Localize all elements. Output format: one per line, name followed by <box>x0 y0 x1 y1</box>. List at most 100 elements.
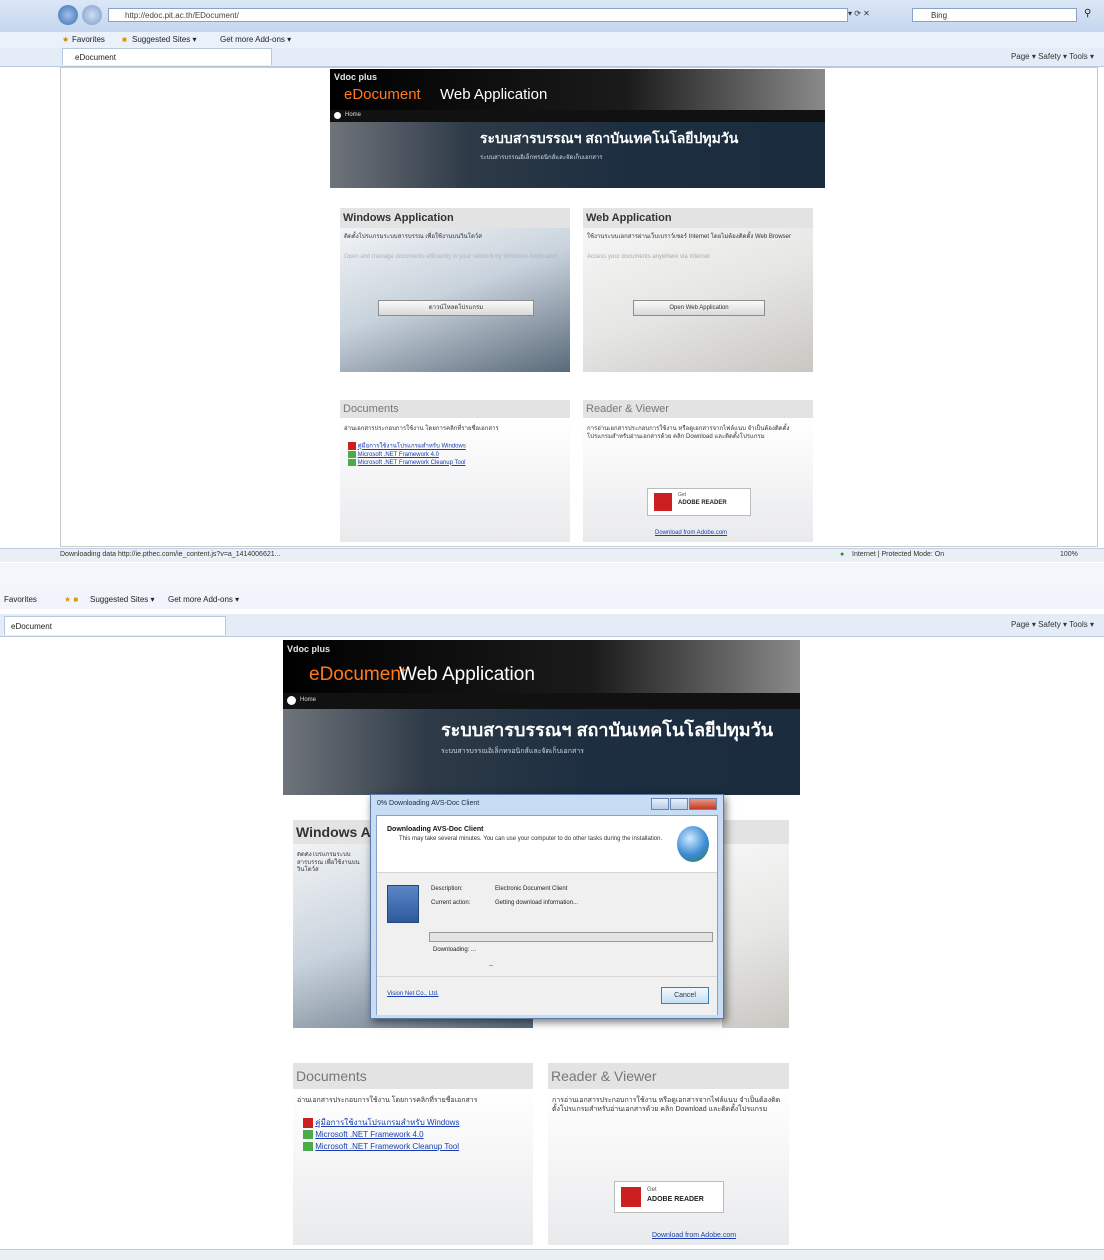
open-web-app-button[interactable]: Open Web Application <box>633 300 765 316</box>
adobe-download-link[interactable]: Download from Adobe.com <box>655 530 727 536</box>
current-action-value: Getting download information... <box>495 900 579 906</box>
dialog-footer: Vision Net Co., Ltd. Cancel <box>377 976 717 1015</box>
doc-link-cleanup[interactable]: Microsoft .NET Framework Cleanup Tool <box>315 1142 459 1151</box>
suggested-sites-link[interactable]: Suggested Sites ▾ <box>90 591 155 609</box>
doc-link-manual[interactable]: คู่มือการใช้งานโปรแกรมสำหรับ Windows <box>358 444 466 450</box>
refresh-icon[interactable]: ▾ ⟳ ✕ <box>848 9 870 18</box>
reader-heading: Reader & Viewer <box>583 400 813 418</box>
address-bar: http://edoc.pit.ac.th/EDocument/ ▾ ⟳ ✕ B… <box>0 0 1104 32</box>
zoom-level[interactable]: 100% <box>1060 549 1078 561</box>
suggested-sites-link[interactable]: Suggested Sites ▾ <box>132 32 197 48</box>
pdf-icon <box>303 1117 313 1128</box>
site-banner: ระบบสารบรรณฯ สถาบันเทคโนโลยีปทุมวัน ระบบ… <box>330 122 825 188</box>
home-icon[interactable] <box>287 696 296 705</box>
installer-package-icon <box>387 885 419 923</box>
adobe-reader-icon <box>654 493 672 511</box>
cancel-button[interactable]: Cancel <box>661 987 709 1004</box>
download-icon <box>303 1130 313 1140</box>
adobe-reader-icon <box>621 1187 641 1207</box>
zone-text: Internet | Protected Mode: On <box>852 551 945 558</box>
documents-link-list: คู่มือการใช้งานโปรแกรมสำหรับ Windows Mic… <box>303 1117 459 1153</box>
documents-link-list: คู่มือการใช้งานโปรแกรมสำหรับ Windows Mic… <box>348 442 466 467</box>
site-banner-bottom: ระบบสารบรรณฯ สถาบันเทคโนโลยีปทุมวัน ระบบ… <box>283 709 800 795</box>
forward-button[interactable] <box>82 5 102 25</box>
suggested-sites-icon: ★ ■ <box>64 595 79 604</box>
web-app-text-en: Access your documents anywhere via Inter… <box>587 254 710 260</box>
home-link[interactable]: Home <box>300 697 316 703</box>
status-text: Downloading data http://ie.pthec.com/ie_… <box>60 551 281 558</box>
documents-heading: Documents <box>293 1063 533 1089</box>
home-bar-bottom: Home <box>283 693 800 709</box>
tab-bar-bottom: eDocument Page ▾ Safety ▾ Tools ▾ <box>0 614 1104 637</box>
logo-edocument: eDocument <box>344 86 421 103</box>
dialog-progress-area: Description: Electronic Document Client … <box>377 873 717 976</box>
reader-panel-bottom: การอ่านเอกสารประกอบการใช้งาน หรือดูเอกสา… <box>548 1089 789 1245</box>
banner-title: ระบบสารบรรณฯ สถาบันเทคโนโลยีปทุมวัน <box>441 720 774 740</box>
maximize-button[interactable] <box>670 798 688 810</box>
home-icon[interactable] <box>334 112 341 119</box>
banner-subtitle: ระบบสารบรรณอิเล็กทรอนิกส์และจัดเก็บเอกสา… <box>441 748 584 755</box>
home-link[interactable]: Home <box>345 112 361 118</box>
tab-bar: eDocument Page ▾ Safety ▾ Tools ▾ <box>0 48 1104 67</box>
tab-edocument[interactable]: eDocument <box>62 48 272 65</box>
get-addons-link[interactable]: Get more Add-ons ▾ <box>220 32 291 48</box>
logo-web-application: Web Application <box>440 86 548 103</box>
search-icon[interactable]: ⚲ <box>1084 8 1091 19</box>
globe-icon: ● <box>840 551 845 558</box>
dialog-title: 0% Downloading AVS-Doc Client <box>377 800 480 807</box>
command-bar[interactable]: Page ▾ Safety ▾ Tools ▾ <box>1011 614 1094 636</box>
command-bar[interactable]: Page ▾ Safety ▾ Tools ▾ <box>1011 48 1094 66</box>
doc-link-netfx[interactable]: Microsoft .NET Framework 4.0 <box>315 1130 423 1139</box>
banner-title: ระบบสารบรรณฯ สถาบันเทคโนโลยีปทุมวัน <box>480 130 739 146</box>
get-addons-link[interactable]: Get more Add-ons ▾ <box>168 591 239 609</box>
adobe-reader-label: ADOBE READER <box>647 1196 704 1203</box>
search-input[interactable]: Bing <box>912 8 1077 22</box>
web-app-panel: ใช้งานระบบเอกสารผ่านเว็บเบราว์เซอร์ Inte… <box>583 228 813 372</box>
reader-text: การอ่านเอกสารประกอบการใช้งาน หรือดูเอกสา… <box>587 426 790 440</box>
status-bar-bottom <box>0 1249 1104 1260</box>
banner-subtitle: ระบบสารบรรณอิเล็กทรอนิกส์และจัดเก็บเอกสา… <box>480 155 603 161</box>
adobe-download-link[interactable]: Download from Adobe.com <box>652 1232 736 1239</box>
dialog-body: Downloading AVS-Doc Client This may take… <box>376 815 718 1015</box>
doc-link-cleanup[interactable]: Microsoft .NET Framework Cleanup Tool <box>358 460 466 466</box>
windows-download-button[interactable]: ดาวน์โหลดโปรแกรม <box>378 300 534 316</box>
doc-link-netfx[interactable]: Microsoft .NET Framework 4.0 <box>358 452 439 458</box>
minimize-button[interactable] <box>651 798 669 810</box>
download-progress-bar <box>429 932 713 942</box>
logo-small: Vdoc plus <box>287 644 331 654</box>
reader-heading: Reader & Viewer <box>548 1063 789 1089</box>
back-button[interactable] <box>58 5 78 25</box>
adobe-reader-badge[interactable]: Get ADOBE READER <box>647 488 751 516</box>
doc-link-manual[interactable]: คู่มือการใช้งานโปรแกรมสำหรับ Windows <box>315 1118 459 1127</box>
site-logo-bar: Vdoc plus eDocument Web Application <box>330 69 825 110</box>
downloading-label: Downloading: ... <box>433 947 477 953</box>
documents-text: อ่านเอกสารประกอบการใช้งาน โดยการคลิกที่ร… <box>344 426 499 432</box>
vendor-link[interactable]: Vision Net Co., Ltd. <box>387 991 439 997</box>
url-input[interactable]: http://edoc.pit.ac.th/EDocument/ <box>108 8 848 22</box>
dialog-window-controls <box>650 798 717 810</box>
dialog-subtext: This may take several minutes. You can u… <box>399 836 663 842</box>
globe-install-icon <box>677 826 709 862</box>
current-action-label: Current action: <box>431 900 471 906</box>
documents-panel: อ่านเอกสารประกอบการใช้งาน โดยการคลิกที่ร… <box>340 418 570 542</box>
download-icon <box>348 458 356 466</box>
favorites-button[interactable]: Favorites <box>72 32 105 48</box>
download-dialog: 0% Downloading AVS-Doc Client Downloadin… <box>370 794 724 1019</box>
documents-panel-bottom: อ่านเอกสารประกอบการใช้งาน โดยการคลิกที่ร… <box>293 1089 533 1245</box>
reader-panel: การอ่านเอกสารประกอบการใช้งาน หรือดูเอกสา… <box>583 418 813 542</box>
logo-small: Vdoc plus <box>334 72 378 82</box>
download-icon <box>348 450 356 458</box>
status-bar-top: Downloading data http://ie.pthec.com/ie_… <box>0 548 1104 562</box>
reader-text: การอ่านเอกสารประกอบการใช้งาน หรือดูเอกสา… <box>552 1097 781 1113</box>
web-app-heading-covered <box>722 820 789 844</box>
home-bar: Home <box>330 110 825 122</box>
web-app-heading: Web Application <box>583 208 813 228</box>
pdf-icon <box>348 442 356 450</box>
address-bar-faded <box>0 563 1104 591</box>
close-button[interactable] <box>689 798 717 810</box>
adobe-reader-badge[interactable]: Get ADOBE READER <box>614 1181 724 1213</box>
favorites-button[interactable]: Favorites <box>4 591 37 609</box>
tab-edocument[interactable]: eDocument <box>4 616 226 635</box>
dialog-heading: Downloading AVS-Doc Client <box>387 826 484 833</box>
favorites-bar-bottom: Favorites ★ ■ Suggested Sites ▾ Get more… <box>0 591 1104 609</box>
